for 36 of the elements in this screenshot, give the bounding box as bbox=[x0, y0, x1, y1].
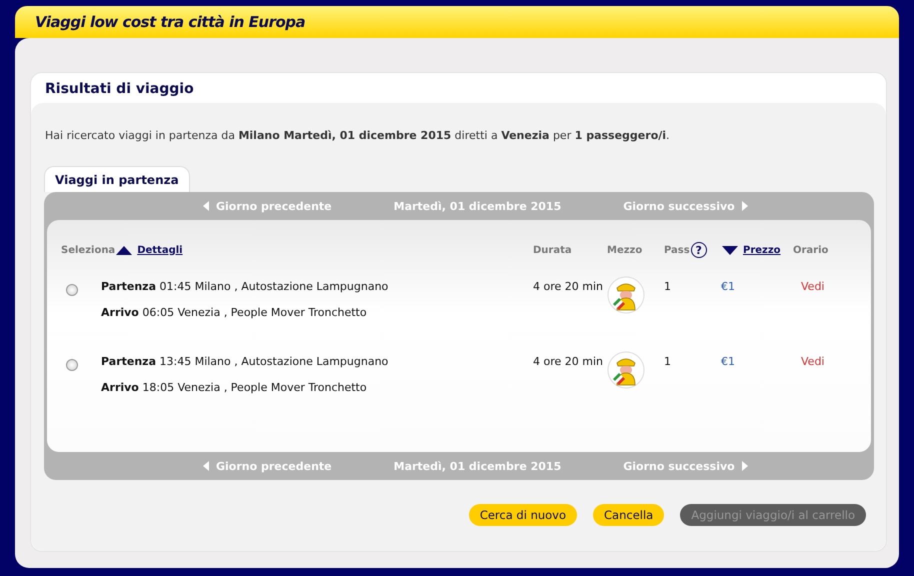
radio-button[interactable] bbox=[66, 359, 78, 371]
duration-text: 4 ore 20 min bbox=[533, 280, 604, 293]
column-header: Pass bbox=[664, 244, 690, 256]
departure-text: Partenza 01:45 Milano , Autostazione Lampugnano bbox=[101, 280, 390, 293]
help-button[interactable]: ? bbox=[690, 242, 707, 258]
passenger-count: 1 bbox=[664, 280, 671, 293]
sort-link[interactable]: Prezzo bbox=[743, 244, 781, 256]
arrival-text: Arrivo 06:05 Venezia , People Mover Tronchetto bbox=[101, 306, 368, 319]
left-arrow-icon bbox=[203, 201, 209, 211]
passenger-count: 1 bbox=[664, 355, 671, 368]
right-arrow-icon bbox=[742, 201, 748, 211]
action-button[interactable]: Cancella bbox=[593, 504, 664, 526]
mascot-icon bbox=[607, 276, 645, 314]
window-title: Viaggi low cost tra città in Europa bbox=[35, 13, 306, 31]
duration-text: 4 ore 20 min bbox=[533, 355, 604, 368]
search-summary: Hai ricercato viaggi in partenza da Milano Martedì, 01 dicembre 2015 diretti a Venezia per 1 passeggero/i. bbox=[44, 129, 671, 142]
arrival-text: Arrivo 18:05 Venezia , People Mover Tronchetto bbox=[101, 381, 368, 394]
price-text: €1 bbox=[721, 355, 735, 368]
left-arrow-icon bbox=[203, 461, 209, 471]
sort-link[interactable]: Dettagli bbox=[137, 244, 183, 256]
column-header: Mezzo bbox=[607, 244, 642, 256]
schedule-link[interactable]: Vedi bbox=[801, 355, 824, 368]
current-date: Martedì, 01 dicembre 2015 bbox=[394, 200, 562, 212]
tab[interactable]: Viaggi in partenza bbox=[44, 166, 190, 192]
schedule-link[interactable]: Vedi bbox=[801, 280, 824, 293]
current-date: Martedì, 01 dicembre 2015 bbox=[394, 460, 562, 472]
right-arrow-icon bbox=[742, 461, 748, 471]
column-header: Seleziona bbox=[61, 244, 116, 256]
column-header: Durata bbox=[533, 244, 572, 256]
radio-button[interactable] bbox=[66, 284, 78, 296]
action-button[interactable]: Cerca di nuovo bbox=[468, 504, 578, 526]
price-text: €1 bbox=[721, 280, 735, 293]
card-title: Risultati di viaggio bbox=[44, 80, 195, 99]
column-header: Orario bbox=[793, 244, 828, 256]
mascot-icon bbox=[607, 351, 645, 389]
departure-text: Partenza 13:45 Milano , Autostazione Lampugnano bbox=[101, 355, 390, 368]
